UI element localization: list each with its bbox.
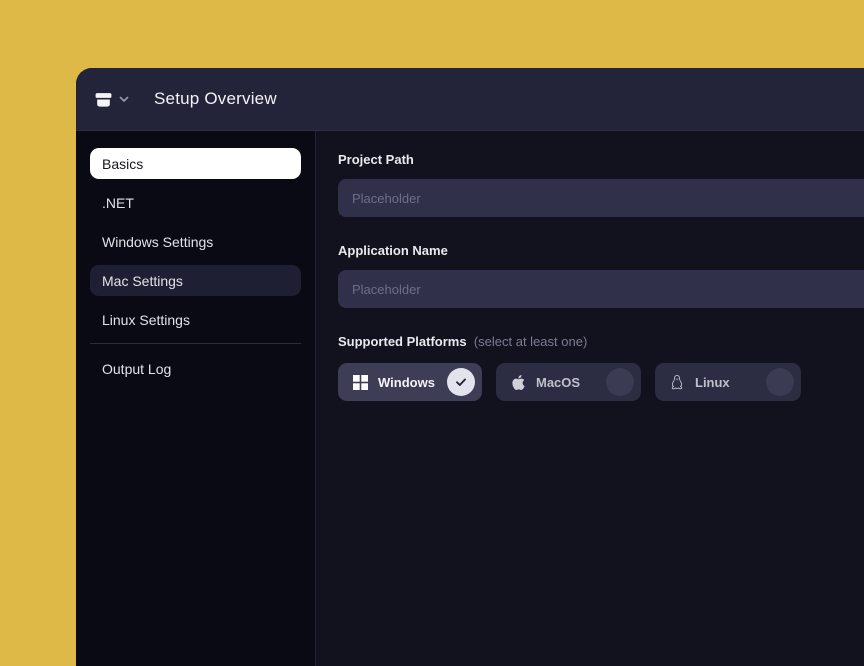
supported-platforms-label: Supported Platforms (select at least one… <box>338 334 864 349</box>
setup-form: Project Path Application Name Supported … <box>316 131 864 666</box>
sidebar-item-linux-settings[interactable]: Linux Settings <box>90 304 301 335</box>
sidebar-item-output-log[interactable]: Output Log <box>90 353 301 384</box>
sidebar-item-mac-settings[interactable]: Mac Settings <box>90 265 301 296</box>
archive-icon <box>94 90 113 109</box>
sidebar-item-label: Output Log <box>102 361 171 377</box>
app-menu-button[interactable] <box>94 90 130 109</box>
sidebar: Basics .NET Windows Settings Mac Setting… <box>76 131 316 666</box>
platform-label: Windows <box>378 375 435 390</box>
check-circle-icon <box>447 368 475 396</box>
titlebar: Setup Overview <box>76 68 864 131</box>
project-path-label: Project Path <box>338 152 864 167</box>
platform-toggle-windows[interactable]: Windows <box>338 363 482 401</box>
sidebar-divider <box>90 343 301 344</box>
application-name-label: Application Name <box>338 243 864 258</box>
sidebar-item-windows-settings[interactable]: Windows Settings <box>90 226 301 257</box>
sidebar-item-label: .NET <box>102 195 134 211</box>
platform-label: MacOS <box>536 375 580 390</box>
sidebar-item-label: Windows Settings <box>102 234 213 250</box>
supported-platforms-hint: (select at least one) <box>470 334 587 349</box>
apple-icon <box>510 374 526 391</box>
chevron-down-icon <box>118 93 130 105</box>
linux-icon <box>669 374 685 391</box>
platform-toggle-linux[interactable]: Linux <box>655 363 801 401</box>
sidebar-item-label: Mac Settings <box>102 273 183 289</box>
sidebar-item-label: Linux Settings <box>102 312 190 328</box>
sidebar-item-basics[interactable]: Basics <box>90 148 301 179</box>
platform-toggle-macos[interactable]: MacOS <box>496 363 641 401</box>
sidebar-item-label: Basics <box>102 156 143 172</box>
page-title: Setup Overview <box>154 89 277 109</box>
windows-icon <box>352 375 368 390</box>
platforms-row: Windows MacOS <box>338 363 864 401</box>
project-path-input[interactable] <box>338 179 864 217</box>
empty-toggle-circle <box>606 368 634 396</box>
application-name-input[interactable] <box>338 270 864 308</box>
setup-window: Setup Overview Basics .NET Windows Setti… <box>76 68 864 666</box>
platform-label: Linux <box>695 375 730 390</box>
sidebar-item-dotnet[interactable]: .NET <box>90 187 301 218</box>
empty-toggle-circle <box>766 368 794 396</box>
